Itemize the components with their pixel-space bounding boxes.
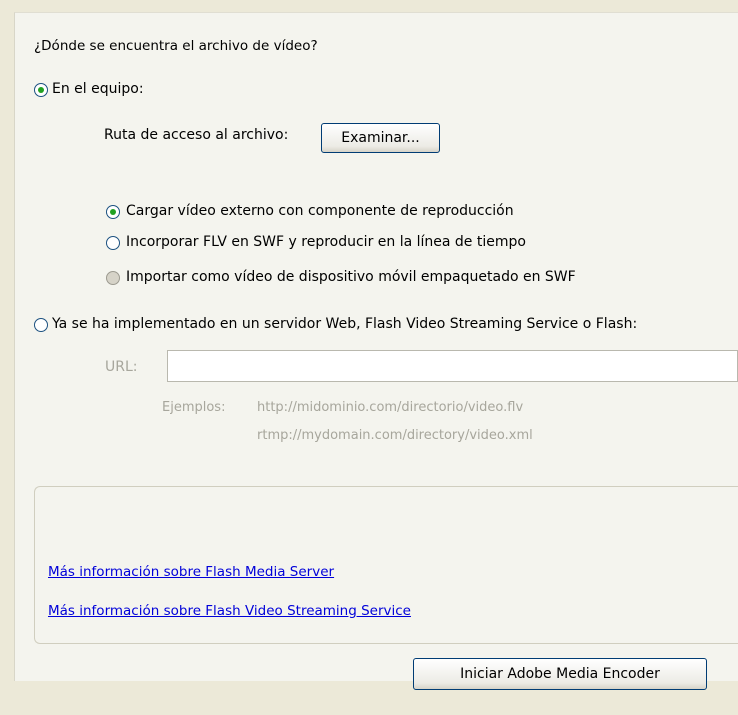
browse-button[interactable]: Examinar...: [321, 123, 440, 153]
radio-external-video-button[interactable]: [106, 205, 120, 219]
link-flash-media-server[interactable]: Más información sobre Flash Media Server: [48, 564, 334, 580]
radio-external-video-label: Cargar vídeo externo con componente de r…: [126, 203, 514, 219]
radio-server-label: Ya se ha implementado en un servidor Web…: [52, 316, 638, 332]
radio-embed-flv-button[interactable]: [106, 236, 120, 250]
radio-mobile-video-label: Importar como vídeo de dispositivo móvil…: [126, 269, 576, 285]
radio-server-button[interactable]: [34, 318, 48, 332]
example-url-http: http://midominio.com/directorio/video.fl…: [257, 400, 524, 415]
url-label: URL:: [105, 359, 138, 375]
radio-local-button[interactable]: [34, 83, 48, 97]
link-flash-video-streaming[interactable]: Más información sobre Flash Video Stream…: [48, 603, 411, 619]
examples-label: Ejemplos:: [162, 400, 226, 415]
radio-embed-flv-label: Incorporar FLV en SWF y reproducir en la…: [126, 234, 526, 250]
radio-mobile-video-button[interactable]: [106, 271, 120, 285]
url-input[interactable]: [167, 350, 738, 382]
example-url-rtmp: rtmp://mydomain.com/directory/video.xml: [257, 428, 533, 443]
radio-local-label: En el equipo:: [52, 81, 144, 97]
start-media-encoder-button[interactable]: Iniciar Adobe Media Encoder: [413, 658, 707, 690]
file-path-label: Ruta de acceso al archivo:: [104, 127, 289, 143]
question-text: ¿Dónde se encuentra el archivo de vídeo?: [34, 38, 318, 54]
